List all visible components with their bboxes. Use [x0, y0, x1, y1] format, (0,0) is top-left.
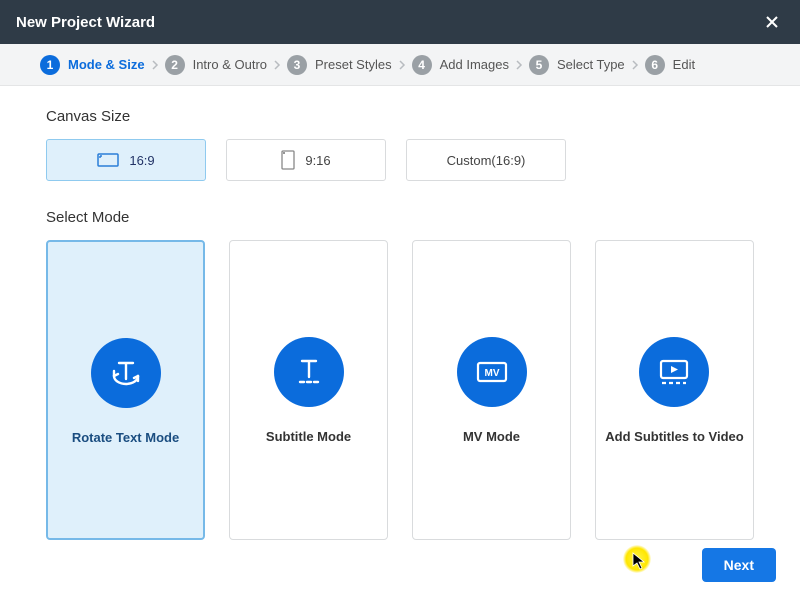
- canvas-size-heading: Canvas Size: [46, 108, 754, 125]
- mode-mv[interactable]: MV MV Mode: [412, 240, 571, 540]
- chevron-right-icon: [398, 59, 406, 71]
- close-button[interactable]: [760, 10, 784, 34]
- step-preset-styles[interactable]: 3 Preset Styles: [287, 55, 392, 75]
- chevron-right-icon: [273, 59, 281, 71]
- step-badge: 2: [165, 55, 185, 75]
- canvas-size-options: 16:9 9:16 Custom(16:9): [46, 139, 754, 181]
- mode-label: Subtitle Mode: [260, 429, 357, 444]
- step-badge: 1: [40, 55, 60, 75]
- wizard-steps: 1 Mode & Size 2 Intro & Outro 3 Preset S…: [0, 44, 800, 86]
- canvas-option-label: 16:9: [129, 153, 154, 168]
- step-add-images[interactable]: 4 Add Images: [412, 55, 509, 75]
- mode-options: Rotate Text Mode Subtitle Mode MV: [46, 240, 754, 540]
- mode-label: Rotate Text Mode: [66, 430, 185, 445]
- mode-rotate-text[interactable]: Rotate Text Mode: [46, 240, 205, 540]
- subtitle-icon: [274, 337, 344, 407]
- next-button[interactable]: Next: [702, 548, 776, 582]
- chevron-right-icon: [515, 59, 523, 71]
- step-badge: 5: [529, 55, 549, 75]
- footer: Next: [702, 548, 776, 582]
- mode-label: Add Subtitles to Video: [599, 429, 749, 444]
- dialog-title: New Project Wizard: [16, 14, 155, 31]
- svg-text:MV: MV: [484, 368, 499, 379]
- step-label: Add Images: [440, 57, 509, 72]
- select-mode-heading: Select Mode: [46, 209, 754, 226]
- step-label: Select Type: [557, 57, 625, 72]
- titlebar: New Project Wizard: [0, 0, 800, 44]
- portrait-icon: [281, 150, 295, 170]
- chevron-right-icon: [631, 59, 639, 71]
- mode-label: MV Mode: [457, 429, 526, 444]
- new-project-wizard-dialog: New Project Wizard 1 Mode & Size 2 Intro…: [0, 0, 800, 600]
- canvas-option-label: Custom(16:9): [447, 153, 526, 168]
- canvas-option-9-16[interactable]: 9:16: [226, 139, 386, 181]
- close-icon: [765, 15, 779, 29]
- step-label: Edit: [673, 57, 695, 72]
- step-badge: 3: [287, 55, 307, 75]
- step-label: Mode & Size: [68, 57, 145, 72]
- canvas-option-16-9[interactable]: 16:9: [46, 139, 206, 181]
- step-mode-size[interactable]: 1 Mode & Size: [40, 55, 145, 75]
- step-intro-outro[interactable]: 2 Intro & Outro: [165, 55, 267, 75]
- step-edit[interactable]: 6 Edit: [645, 55, 695, 75]
- canvas-option-custom[interactable]: Custom(16:9): [406, 139, 566, 181]
- chevron-right-icon: [151, 59, 159, 71]
- mv-icon: MV: [457, 337, 527, 407]
- step-badge: 6: [645, 55, 665, 75]
- step-label: Intro & Outro: [193, 57, 267, 72]
- wizard-content: Canvas Size 16:9 9:16 Custom(16:9) Selec…: [0, 86, 800, 600]
- mode-add-subtitles-video[interactable]: Add Subtitles to Video: [595, 240, 754, 540]
- canvas-option-label: 9:16: [305, 153, 330, 168]
- landscape-icon: [97, 153, 119, 167]
- rotate-text-icon: [91, 338, 161, 408]
- mode-subtitle[interactable]: Subtitle Mode: [229, 240, 388, 540]
- video-subtitles-icon: [639, 337, 709, 407]
- step-badge: 4: [412, 55, 432, 75]
- step-select-type[interactable]: 5 Select Type: [529, 55, 625, 75]
- step-label: Preset Styles: [315, 57, 392, 72]
